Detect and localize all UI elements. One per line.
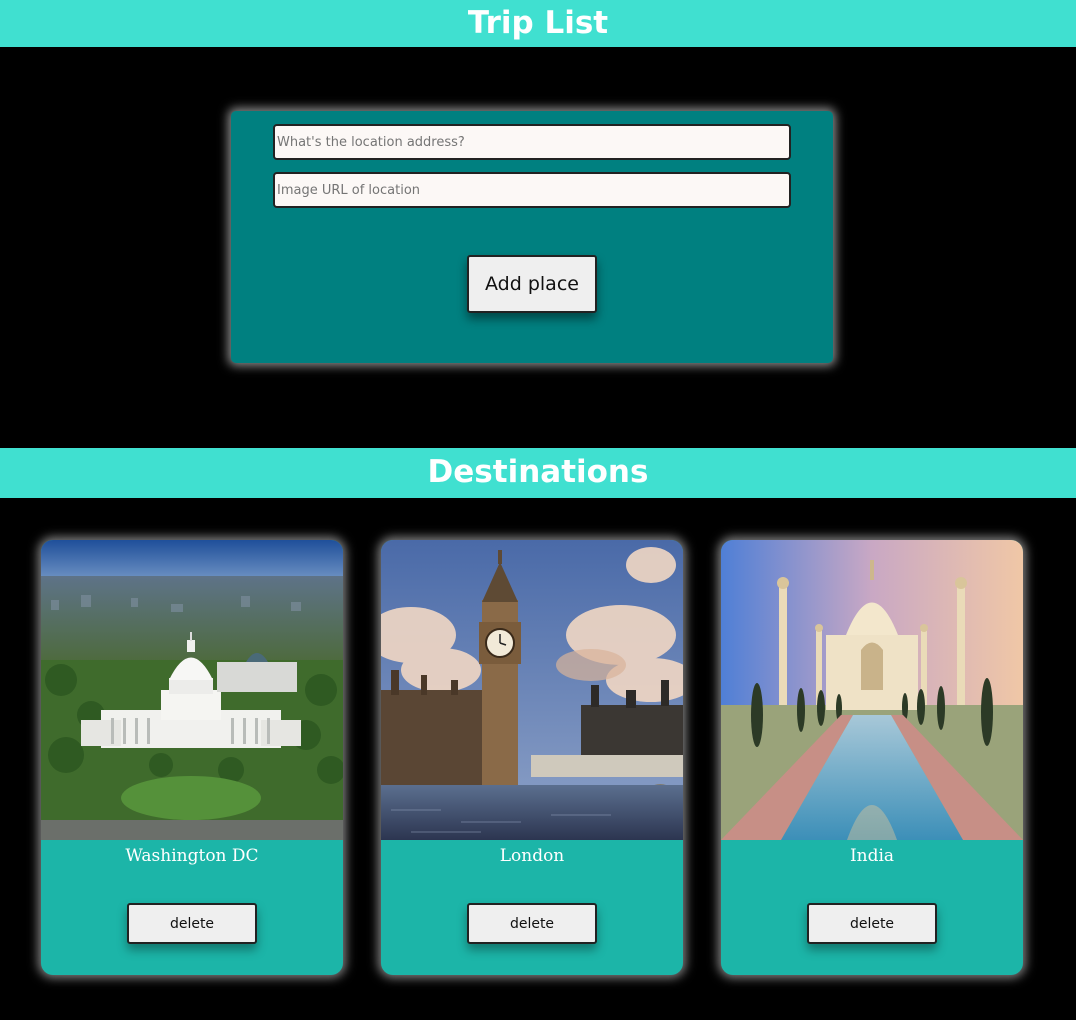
- add-place-button[interactable]: Add place: [467, 255, 597, 313]
- add-place-form: Add place: [231, 111, 833, 363]
- capitol-building-photo: [41, 540, 343, 840]
- page-title: Trip List: [0, 0, 1076, 47]
- destination-card-india: India delete: [721, 540, 1023, 975]
- destination-card-washington-dc: Washington DC delete: [41, 540, 343, 975]
- big-ben-photo: [381, 540, 683, 840]
- delete-button[interactable]: delete: [127, 903, 257, 944]
- destinations-heading: Destinations: [0, 448, 1076, 498]
- taj-mahal-photo: [721, 540, 1023, 840]
- destination-name: London: [499, 846, 565, 866]
- destination-card-london: London delete: [381, 540, 683, 975]
- delete-button[interactable]: delete: [807, 903, 937, 944]
- destination-name: Washington DC: [125, 846, 259, 866]
- delete-button[interactable]: delete: [467, 903, 597, 944]
- image-url-input[interactable]: [273, 172, 791, 208]
- location-address-input[interactable]: [273, 124, 791, 160]
- destination-name: India: [849, 846, 895, 866]
